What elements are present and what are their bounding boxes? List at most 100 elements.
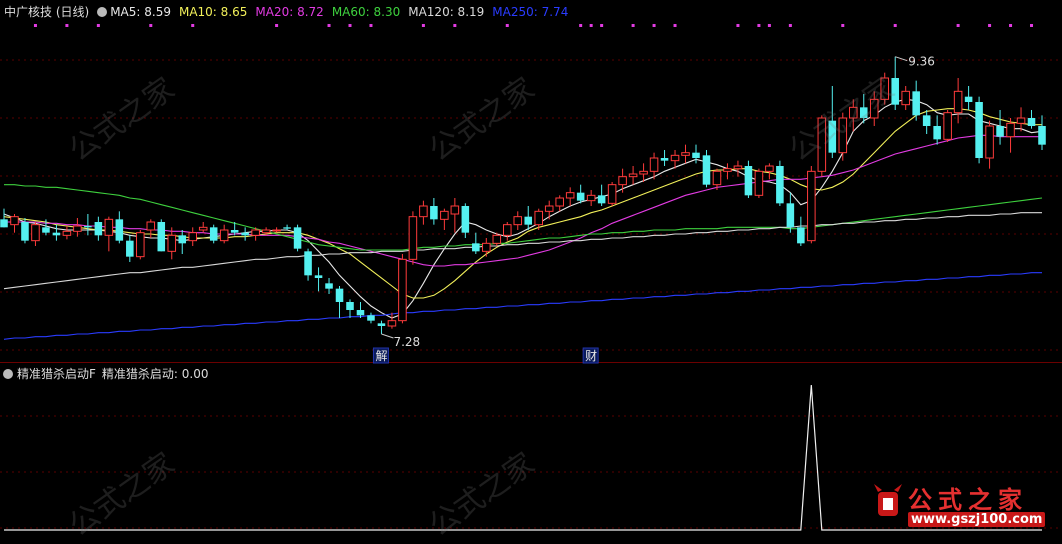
candle-body-down bbox=[472, 243, 480, 252]
candle-body-down bbox=[922, 115, 931, 126]
candle-body-up bbox=[419, 205, 428, 218]
signal-dot bbox=[348, 24, 352, 27]
candle-body-down bbox=[325, 283, 333, 289]
candle-body-up bbox=[1016, 117, 1026, 124]
candle-body-down bbox=[283, 227, 291, 229]
signal-dot bbox=[33, 24, 37, 27]
candle-body-down bbox=[576, 192, 585, 201]
candle-body-up bbox=[272, 229, 281, 232]
event-marker-cai[interactable]: 财 bbox=[585, 349, 597, 363]
candle-body-down bbox=[975, 102, 983, 158]
signal-dot bbox=[788, 24, 792, 27]
candle-body-up bbox=[607, 184, 617, 204]
logo-emblem-icon bbox=[874, 484, 902, 516]
candle-body-up bbox=[450, 205, 460, 215]
candle-body-down bbox=[692, 152, 700, 158]
candle-body-up bbox=[618, 176, 627, 186]
candle-body-up bbox=[387, 320, 397, 327]
site-logo: 公式之家 www.gszj100.com bbox=[874, 478, 1062, 536]
candle-body-down bbox=[912, 91, 920, 116]
candle-body-up bbox=[136, 232, 145, 258]
candle-body-up bbox=[807, 170, 816, 242]
logo-url: www.gszj100.com bbox=[908, 512, 1046, 527]
signal-dot bbox=[1030, 24, 1034, 27]
signal-dot bbox=[191, 24, 195, 27]
signal-dot bbox=[652, 24, 656, 27]
candle-body-up bbox=[1006, 122, 1015, 138]
signal-dot bbox=[275, 24, 279, 27]
candle-body-up bbox=[649, 157, 659, 172]
candle-body-up bbox=[261, 229, 271, 234]
candle-body-down bbox=[964, 96, 973, 102]
candle-body-down bbox=[115, 219, 124, 241]
candle-body-up bbox=[188, 232, 198, 242]
candle-body-down bbox=[293, 227, 302, 249]
candle-body-up bbox=[146, 221, 156, 231]
signal-dot bbox=[96, 24, 100, 27]
signal-dot bbox=[1009, 24, 1013, 27]
candle-body-up bbox=[555, 197, 564, 207]
signal-dot bbox=[673, 24, 677, 27]
candle-body-down bbox=[367, 315, 375, 321]
candle-body-up bbox=[628, 173, 638, 178]
candle-body-down bbox=[744, 166, 753, 196]
signal-dot bbox=[579, 24, 583, 27]
signal-dot bbox=[453, 24, 457, 27]
candle-body-down bbox=[786, 203, 795, 228]
signal-dot bbox=[589, 24, 593, 27]
candle-body-up bbox=[953, 90, 963, 114]
low-pointer bbox=[381, 333, 394, 339]
candle-body-up bbox=[733, 165, 743, 170]
signal-dot bbox=[767, 24, 771, 27]
candle-body-down bbox=[84, 226, 92, 228]
candle-body-down bbox=[42, 227, 50, 233]
low-price-label: 7.28 bbox=[393, 335, 420, 349]
candle-body-up bbox=[62, 230, 72, 236]
ma250-line bbox=[3, 272, 1042, 340]
candle-body-up bbox=[492, 234, 502, 244]
candle-body-down bbox=[933, 126, 941, 140]
signal-dot bbox=[65, 24, 69, 27]
candle-body-down bbox=[430, 206, 438, 220]
candle-body-down bbox=[524, 216, 533, 225]
candle-body-down bbox=[126, 240, 134, 257]
candle-body-down bbox=[52, 232, 61, 236]
ma10-line bbox=[3, 108, 1042, 299]
candle-body-down bbox=[335, 288, 344, 302]
candle-body-down bbox=[776, 166, 784, 204]
candle-body-up bbox=[482, 242, 491, 252]
candle-body-up bbox=[513, 216, 523, 226]
candle-body-down bbox=[21, 222, 29, 241]
candle-body-up bbox=[723, 168, 732, 172]
candle-body-down bbox=[356, 310, 365, 316]
high-price-label: 9.36 bbox=[908, 55, 935, 69]
signal-dot bbox=[956, 24, 960, 27]
candle-body-down bbox=[178, 235, 187, 244]
candle-body-up bbox=[765, 165, 774, 172]
candle-body-down bbox=[461, 206, 470, 233]
candle-body-up bbox=[565, 192, 575, 199]
candle-body-down bbox=[94, 222, 103, 236]
signal-dot bbox=[505, 24, 509, 27]
candle-body-down bbox=[597, 195, 606, 204]
candle-body-up bbox=[502, 224, 512, 236]
candle-body-up bbox=[167, 234, 177, 252]
signal-dot bbox=[631, 24, 635, 27]
logo-title: 公式之家 bbox=[908, 486, 1028, 514]
candle-body-down bbox=[209, 227, 218, 241]
candle-body-down bbox=[797, 227, 805, 244]
candle-body-down bbox=[377, 323, 386, 326]
candle-body-up bbox=[534, 210, 544, 226]
candle-body-up bbox=[251, 229, 260, 236]
candle-body-up bbox=[544, 205, 554, 212]
event-marker-jie[interactable]: 解 bbox=[375, 349, 387, 363]
candle-body-down bbox=[230, 230, 239, 233]
candle-body-up bbox=[73, 225, 82, 232]
signal-dot bbox=[421, 24, 425, 27]
candle-body-down bbox=[314, 275, 323, 278]
candle-body-up bbox=[639, 170, 648, 175]
candle-body-down bbox=[1038, 126, 1046, 145]
candle-body-up bbox=[10, 216, 19, 226]
candle-body-up bbox=[104, 218, 114, 236]
candle-body-up bbox=[901, 90, 910, 106]
